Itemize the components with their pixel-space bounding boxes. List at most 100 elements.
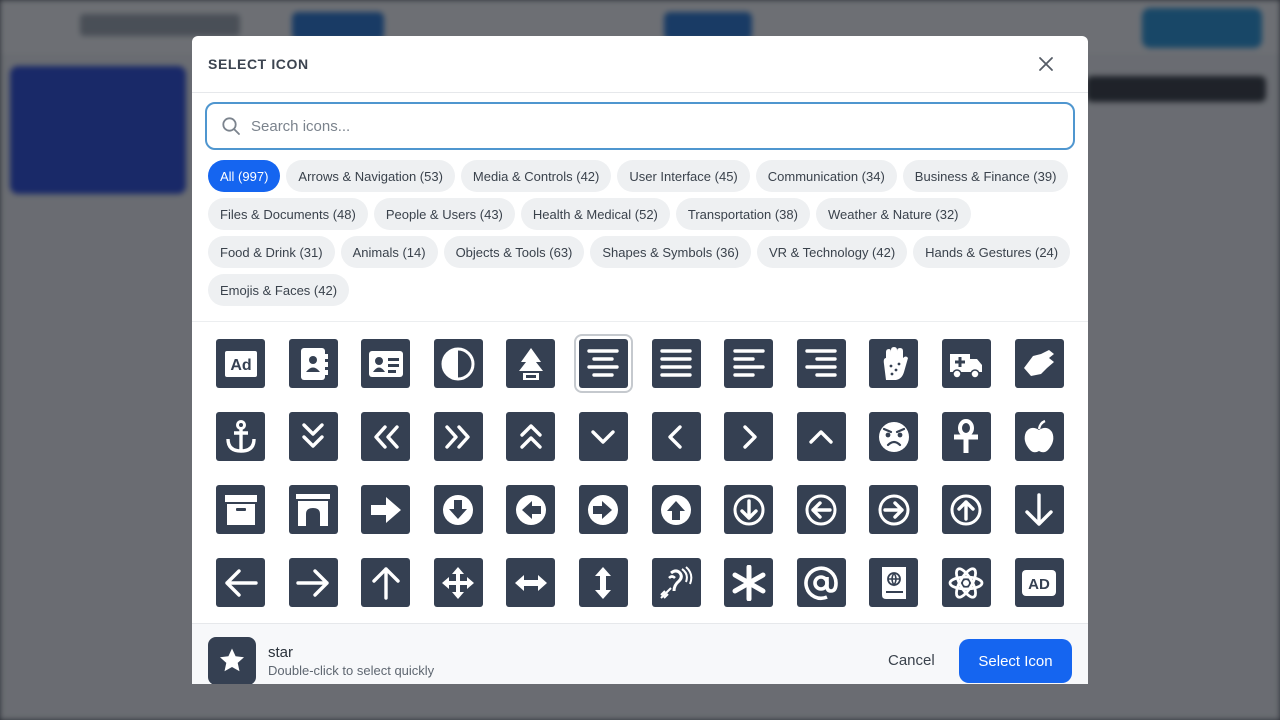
category-chip[interactable]: User Interface (45) [617,160,750,192]
category-chip[interactable]: Communication (34) [755,160,897,192]
modal-footer: star Double-click to select quickly Canc… [192,623,1088,684]
archway-icon [296,493,331,526]
icon-tile[interactable] [724,339,774,388]
category-chip[interactable]: All (997) [208,160,281,192]
arrows-alt-v-icon [595,566,612,599]
arrow-down-icon [1025,492,1053,526]
cancel-button[interactable]: Cancel [874,638,949,682]
icon-tile[interactable] [578,412,628,461]
icon-grid-scroll[interactable]: Ad AD [192,322,1088,623]
atlas-icon [881,566,906,599]
icon-tile[interactable] [361,485,411,534]
category-chip[interactable]: Media & Controls (42) [460,160,612,192]
icon-tile[interactable] [941,558,991,607]
category-chip[interactable]: Files & Documents (48) [208,198,368,230]
icon-tile[interactable] [288,558,338,607]
allergies-icon [883,346,908,380]
icon-tile[interactable] [361,558,411,607]
atom-icon [949,566,984,599]
icon-tile[interactable] [869,558,919,607]
icon-tile[interactable] [869,485,919,534]
icon-tile[interactable] [796,412,846,461]
icon-tile[interactable] [216,485,265,534]
icon-grid: Ad AD [216,334,1064,607]
category-chip[interactable]: Shapes & Symbols (36) [590,236,751,268]
icon-tile[interactable] [288,412,338,461]
icon-tile[interactable] [1014,485,1064,534]
icon-text: AD [1028,576,1050,593]
icon-tile[interactable] [1014,412,1064,461]
icon-tile[interactable] [578,558,628,607]
icon-tile[interactable] [288,339,338,388]
align-left-icon [732,348,765,377]
category-chip[interactable]: Food & Drink (31) [208,236,335,268]
icon-tile[interactable] [724,412,774,461]
icon-tile[interactable]: Ad [216,339,265,388]
apple-icon [1024,419,1054,452]
icon-tile[interactable] [796,485,846,534]
category-chip[interactable]: VR & Technology (42) [756,236,908,268]
american-sign-language-icon [1024,349,1055,376]
assistive-listening-icon [660,565,693,599]
select-icon-button[interactable]: Select Icon [959,639,1072,683]
icon-tile[interactable] [288,485,338,534]
icon-tile[interactable] [433,412,483,461]
icon-tile[interactable] [651,412,701,461]
icon-tile[interactable] [724,485,774,534]
icon-tile[interactable] [506,339,556,388]
star-icon [220,648,244,672]
icon-tile[interactable] [433,485,483,534]
address-card-icon [368,350,403,377]
modal-title: SELECT ICON [208,56,309,72]
icon-tile[interactable] [361,339,411,388]
icon-tile[interactable] [869,412,919,461]
arrow-left-icon [224,568,258,597]
icon-tile[interactable] [724,558,774,607]
icon-tile[interactable] [216,412,265,461]
icon-tile[interactable] [941,339,991,388]
selected-icon-name: star [268,644,294,661]
search-input[interactable] [251,117,1073,135]
category-chip[interactable]: Emojis & Faces (42) [208,274,350,306]
category-chip[interactable]: Weather & Nature (32) [815,198,971,230]
category-chip[interactable]: Arrows & Navigation (53) [286,160,455,192]
angle-down-icon [591,429,616,444]
category-chip[interactable]: People & Users (43) [373,198,515,230]
align-justify-icon [660,348,692,377]
icon-tile[interactable] [651,558,701,607]
align-center-icon [587,348,620,377]
icon-text: Ad [230,357,251,374]
icon-tile[interactable] [578,485,628,534]
icon-tile[interactable] [506,558,556,607]
category-chip[interactable]: Objects & Tools (63) [443,236,585,268]
icon-tile[interactable] [941,412,991,461]
icon-tile[interactable] [1014,339,1064,388]
arrow-circle-right-icon [588,494,619,525]
arrow-circle-right-outline-icon [878,494,910,525]
icon-tile[interactable] [433,339,483,388]
category-chip[interactable]: Animals (14) [340,236,438,268]
arrow-circle-down-icon [443,494,474,525]
icon-tile[interactable] [216,558,265,607]
icon-tile[interactable] [869,339,919,388]
category-chip[interactable]: Health & Medical (52) [520,198,670,230]
icon-tile[interactable] [796,558,846,607]
audio-description-icon: AD [1022,569,1057,596]
icon-tile[interactable] [433,558,483,607]
search-box[interactable] [205,102,1075,150]
angle-double-down-icon [302,422,324,448]
icon-tile[interactable] [506,485,556,534]
ankh-icon [954,418,979,453]
category-chip[interactable]: Hands & Gestures (24) [913,236,1071,268]
icon-tile[interactable] [796,339,846,388]
category-chip[interactable]: Transportation (38) [675,198,810,230]
icon-tile[interactable] [361,412,411,461]
icon-tile[interactable]: AD [1014,558,1064,607]
icon-tile[interactable] [941,485,991,534]
close-button[interactable] [1034,52,1058,76]
icon-tile[interactable] [573,334,633,393]
icon-tile[interactable] [651,339,701,388]
category-chip[interactable]: Business & Finance (39) [902,160,1069,192]
icon-tile[interactable] [506,412,556,461]
icon-tile[interactable] [651,485,701,534]
